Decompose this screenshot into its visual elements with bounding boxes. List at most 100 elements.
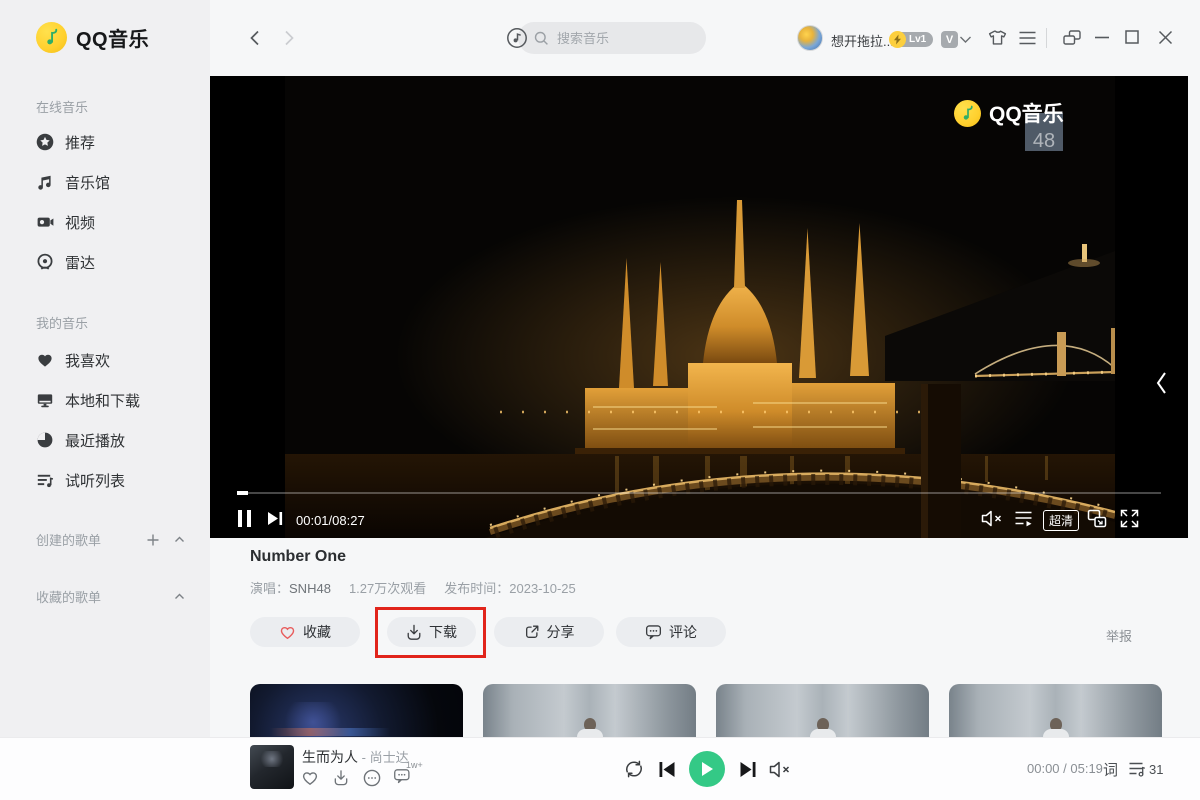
publish-date: 2023-10-25 <box>509 581 576 596</box>
sidebar-item-label: 我喜欢 <box>65 350 110 371</box>
add-playlist-icon[interactable] <box>146 533 160 547</box>
player-bar: 生而为人 - 尚士达 1w+ <box>0 737 1200 800</box>
app-title: QQ音乐 <box>76 23 149 52</box>
song-title: 生而为人 <box>302 749 358 765</box>
user-avatar[interactable] <box>797 25 823 51</box>
download-icon <box>406 624 422 641</box>
theme-skin-icon[interactable] <box>987 28 1008 48</box>
like-song-icon[interactable] <box>301 769 319 786</box>
mute-icon[interactable] <box>769 760 791 779</box>
search-icon <box>534 31 549 46</box>
sidebar-item-recently-played[interactable]: 最近播放 <box>36 429 125 451</box>
video-camera-icon <box>36 213 54 231</box>
play-queue-count: 31 <box>1149 762 1163 777</box>
quality-button[interactable]: 超清 <box>1043 510 1079 531</box>
artist-name[interactable]: SNH48 <box>289 581 331 596</box>
app-logo[interactable]: QQ音乐 <box>36 22 149 53</box>
favorite-button[interactable]: 收藏 <box>250 617 360 647</box>
forward-icon[interactable] <box>281 29 297 47</box>
username[interactable]: 想开拖拉... <box>831 31 894 50</box>
playlist-note-icon <box>36 471 54 489</box>
sidebar-group-favorite-playlists[interactable]: 收藏的歌单 <box>36 587 186 606</box>
play-queue-icon <box>1128 760 1146 778</box>
panel-collapse-chevron-icon[interactable] <box>1154 370 1168 396</box>
sidebar-item-label: 推荐 <box>65 132 95 153</box>
song-artist: 尚士达 <box>370 750 409 765</box>
back-icon[interactable] <box>247 29 263 47</box>
album-art[interactable] <box>250 745 294 789</box>
sidebar-item-radar[interactable]: 雷达 <box>36 251 95 273</box>
more-options-icon[interactable] <box>363 769 381 787</box>
sidebar-item-video[interactable]: 视频 <box>36 211 95 233</box>
video-mute-icon[interactable] <box>981 509 1003 528</box>
user-chevron-down-icon[interactable] <box>958 34 973 46</box>
previous-track-icon[interactable] <box>658 761 676 778</box>
sidebar-item-local-downloads[interactable]: 本地和下载 <box>36 389 140 411</box>
loop-mode-icon[interactable] <box>623 758 645 780</box>
search-box[interactable] <box>518 22 706 54</box>
share-button[interactable]: 分享 <box>494 617 604 647</box>
download-button[interactable]: 下载 <box>387 617 476 647</box>
main-menu-icon[interactable] <box>1018 30 1037 46</box>
next-video-icon[interactable] <box>267 511 283 526</box>
sidebar-section-my-music: 我的音乐 <box>36 313 88 332</box>
minimize-icon[interactable] <box>1095 36 1109 40</box>
qq-music-logo-icon <box>36 22 67 53</box>
lyrics-button[interactable]: 词 <box>1103 759 1118 780</box>
video-progress-track[interactable] <box>237 492 1161 494</box>
recent-clock-icon <box>36 431 54 449</box>
next-track-icon[interactable] <box>739 761 757 778</box>
vip-badge-label: V <box>946 34 953 46</box>
download-song-icon[interactable] <box>332 769 350 787</box>
close-icon[interactable] <box>1158 30 1173 45</box>
video-player[interactable]: 48 QQ音乐 00:01/08:27 超清 <box>210 76 1188 538</box>
music-hall-icon <box>36 173 54 191</box>
fullscreen-icon[interactable] <box>1120 509 1139 528</box>
watermark-logo-icon <box>954 100 981 127</box>
now-playing-title[interactable]: 生而为人 - 尚士达 <box>302 747 409 767</box>
video-frame-image <box>285 76 1115 538</box>
play-queue-button[interactable]: 31 <box>1128 760 1163 778</box>
video-meta: 演唱：SNH481.27万次观看发布时间：2023-10-25 <box>250 578 576 597</box>
radar-icon <box>36 253 54 271</box>
comment-icon <box>645 624 662 640</box>
sidebar-item-label: 雷达 <box>65 252 95 273</box>
sidebar-item-my-favorites[interactable]: 我喜欢 <box>36 349 110 371</box>
video-time: 00:01/08:27 <box>296 513 365 528</box>
group-label: 创建的歌单 <box>36 530 101 549</box>
heart-icon <box>36 351 54 369</box>
sidebar-group-created-playlists[interactable]: 创建的歌单 <box>36 530 186 549</box>
level-badge[interactable]: Lv1 <box>891 32 933 47</box>
video-playlist-icon[interactable] <box>1014 510 1033 527</box>
stage-lights <box>270 728 390 736</box>
video-progress-played <box>237 491 248 495</box>
lightning-icon <box>889 31 906 48</box>
maximize-icon[interactable] <box>1125 30 1139 44</box>
sidebar-item-listen-list[interactable]: 试听列表 <box>36 469 125 491</box>
recognize-music-icon[interactable] <box>506 27 528 49</box>
report-link[interactable]: 举报 <box>1106 626 1132 645</box>
group-label: 收藏的歌单 <box>36 587 101 606</box>
comment-button[interactable]: 评论 <box>616 617 726 647</box>
video-watermark: QQ音乐 <box>954 98 1064 128</box>
favorite-heart-icon <box>279 624 296 640</box>
sidebar-item-music-hall[interactable]: 音乐馆 <box>36 171 110 193</box>
sidebar-item-label: 最近播放 <box>65 430 125 451</box>
search-input[interactable] <box>557 31 687 46</box>
play-button[interactable] <box>689 751 725 787</box>
mini-player-icon[interactable] <box>1062 29 1082 47</box>
sidebar-item-label: 音乐馆 <box>65 172 110 193</box>
sidebar-item-recommend[interactable]: 推荐 <box>36 131 95 153</box>
video-title: Number One <box>250 548 346 566</box>
sidebar-section-online-music: 在线音乐 <box>36 97 88 116</box>
mini-window-icon[interactable] <box>1087 509 1107 528</box>
topbar: 想开拖拉... Lv1 V <box>210 0 1200 76</box>
collapse-chevron-icon[interactable] <box>173 590 186 603</box>
vip-badge[interactable]: V <box>941 31 958 48</box>
album-art-highlight <box>258 751 286 767</box>
pause-icon[interactable] <box>237 510 252 527</box>
collapse-chevron-icon[interactable] <box>173 533 186 546</box>
music-note-icon <box>42 28 61 47</box>
song-comments-button[interactable]: 1w+ <box>393 767 411 784</box>
view-count: 1.27万次观看 <box>349 581 426 596</box>
